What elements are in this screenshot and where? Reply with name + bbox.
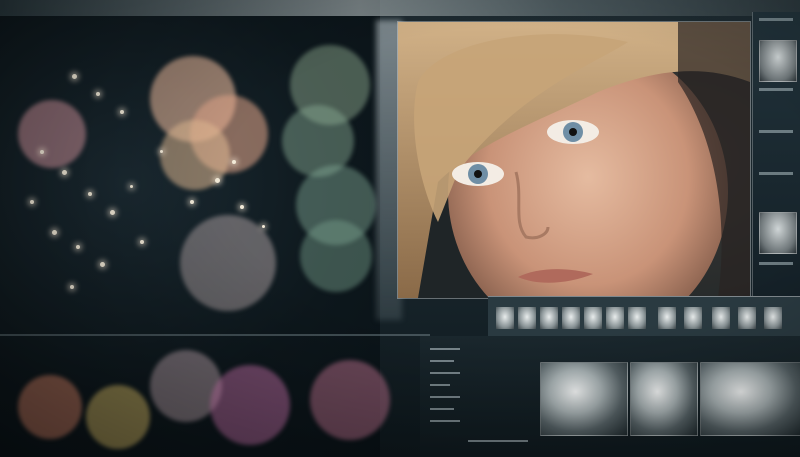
thumbnail[interactable] xyxy=(562,307,580,329)
panel-label xyxy=(759,18,793,21)
panel-label xyxy=(759,88,793,91)
sparkle xyxy=(160,150,163,153)
sparkle xyxy=(240,205,244,209)
bokeh-light xyxy=(180,215,276,311)
ruler-tick xyxy=(430,408,454,410)
image-tile[interactable] xyxy=(700,362,800,436)
ruler-tick xyxy=(430,348,460,350)
image-tile[interactable] xyxy=(630,362,698,436)
ruler-tick xyxy=(430,396,460,398)
sparkle xyxy=(62,170,67,175)
panel-label xyxy=(759,130,793,133)
ruler-tick xyxy=(430,420,460,422)
sparkle xyxy=(70,285,74,289)
sparkle xyxy=(262,225,265,228)
sparkle xyxy=(110,210,115,215)
bokeh-light xyxy=(86,385,150,449)
layers-panel xyxy=(752,12,800,302)
thumbnail[interactable] xyxy=(764,307,782,329)
sparkle xyxy=(52,230,57,235)
thumbnail[interactable] xyxy=(712,307,730,329)
sparkle xyxy=(88,192,92,196)
photo-editing-scene xyxy=(0,0,800,457)
bokeh-light xyxy=(300,220,372,292)
bokeh-light xyxy=(18,100,86,168)
monitor-divider xyxy=(0,334,430,336)
sparkle xyxy=(30,200,34,204)
sparkle xyxy=(96,92,100,96)
panel-label xyxy=(759,262,793,265)
sparkle xyxy=(190,200,194,204)
thumbnail[interactable] xyxy=(496,307,514,329)
monitor-top-edge xyxy=(0,0,800,16)
sparkle xyxy=(215,178,220,183)
ruler-tick xyxy=(468,440,528,442)
thumbnail[interactable] xyxy=(628,307,646,329)
ruler-tick xyxy=(430,360,454,362)
thumbnail[interactable] xyxy=(658,307,676,329)
layer-thumbnail[interactable] xyxy=(759,212,797,254)
sparkle xyxy=(76,245,80,249)
bokeh-light xyxy=(310,360,390,440)
bokeh-light xyxy=(210,365,290,445)
ruler-tick xyxy=(430,384,450,386)
sparkle xyxy=(100,262,105,267)
thumbnail[interactable] xyxy=(738,307,756,329)
thumbnail[interactable] xyxy=(606,307,624,329)
sparkle xyxy=(130,185,133,188)
thumbnail[interactable] xyxy=(684,307,702,329)
thumbnail[interactable] xyxy=(518,307,536,329)
sparkle xyxy=(40,150,44,154)
portrait-illustration xyxy=(398,22,750,298)
sparkle xyxy=(232,160,236,164)
ruler-tick xyxy=(430,372,460,374)
panel-label xyxy=(759,172,793,175)
thumbnail[interactable] xyxy=(584,307,602,329)
thumbnail[interactable] xyxy=(540,307,558,329)
image-tile[interactable] xyxy=(540,362,628,436)
sparkle xyxy=(72,74,77,79)
sparkle xyxy=(140,240,144,244)
thumbnail-strip xyxy=(488,296,800,337)
bokeh-light xyxy=(18,375,82,439)
portrait-photo xyxy=(398,22,750,298)
layer-thumbnail[interactable] xyxy=(759,40,797,82)
sparkle xyxy=(120,110,124,114)
